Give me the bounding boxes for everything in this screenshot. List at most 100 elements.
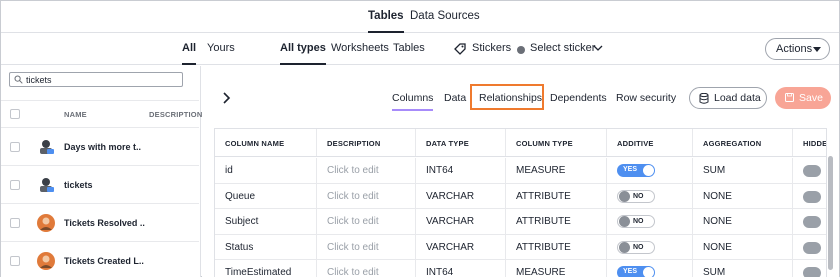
toggle-label: YES xyxy=(623,166,638,173)
cell-aggregation[interactable]: NONE xyxy=(693,183,793,208)
description-placeholder[interactable]: Click to edit xyxy=(327,267,379,277)
save-button[interactable]: Save xyxy=(775,87,831,109)
data-type-text: INT64 xyxy=(426,267,454,277)
row-checkbox[interactable] xyxy=(10,142,20,152)
filter-all-types[interactable]: All types xyxy=(280,42,326,65)
table-row[interactable]: Subject Click to edit VARCHAR ATTRIBUTE … xyxy=(215,209,826,235)
list-item[interactable]: Tickets Created L.. xyxy=(1,243,199,277)
additive-toggle[interactable]: YES xyxy=(617,164,655,177)
cell-data-type: INT64 xyxy=(416,158,506,183)
name-column-header[interactable]: NAME xyxy=(64,110,87,119)
avatar xyxy=(37,214,55,232)
data-type-text: VARCHAR xyxy=(426,190,475,202)
table-header-row: COLUMN NAME DESCRIPTION DATA TYPE COLUMN… xyxy=(215,129,826,157)
cell-additive: NO xyxy=(607,234,693,259)
chevron-down-icon[interactable] xyxy=(593,43,603,53)
table-row[interactable]: Queue Click to edit VARCHAR ATTRIBUTE NO… xyxy=(215,183,826,209)
hidden-toggle[interactable] xyxy=(803,267,821,277)
filter-yours[interactable]: Yours xyxy=(207,42,235,54)
table-row[interactable]: TimeEstimated Click to edit INT64 MEASUR… xyxy=(215,260,826,277)
tab-tables[interactable]: Tables xyxy=(368,10,404,33)
additive-toggle[interactable]: NO xyxy=(617,240,655,254)
description-placeholder[interactable]: Click to edit xyxy=(327,191,379,202)
header-cell[interactable]: COLUMN TYPE xyxy=(506,129,607,156)
tab-row-security[interactable]: Row security xyxy=(616,92,676,104)
cell-aggregation[interactable]: SUM xyxy=(693,158,793,183)
header-cell[interactable]: ADDITIVE xyxy=(607,129,693,156)
filter-tables[interactable]: Tables xyxy=(393,42,425,54)
filter-worksheets[interactable]: Worksheets xyxy=(331,42,389,54)
cell-column-type[interactable]: ATTRIBUTE xyxy=(506,183,607,208)
cell-description[interactable]: Click to edit xyxy=(317,209,416,234)
cell-hidden xyxy=(793,235,826,260)
description-placeholder[interactable]: Click to edit xyxy=(327,242,379,253)
cell-description[interactable]: Click to edit xyxy=(317,234,416,259)
load-data-button[interactable]: Load data xyxy=(689,87,767,109)
tab-columns[interactable]: Columns xyxy=(392,92,434,111)
header-cell[interactable]: COLUMN NAME xyxy=(215,129,317,156)
row-checkbox[interactable] xyxy=(10,180,20,190)
additive-toggle[interactable]: NO xyxy=(617,189,655,203)
tab-data[interactable]: Data xyxy=(444,92,466,104)
tab-relationships[interactable]: Relationships xyxy=(479,92,542,104)
filter-all[interactable]: All xyxy=(182,42,197,65)
cell-column-name[interactable]: Status xyxy=(215,234,317,259)
description-placeholder[interactable]: Click to edit xyxy=(327,165,379,176)
hidden-toggle[interactable] xyxy=(803,216,821,228)
list-item[interactable]: Tickets Resolved .. xyxy=(1,205,199,242)
cell-description[interactable]: Click to edit xyxy=(317,158,416,183)
search-box[interactable] xyxy=(9,72,183,87)
select-all-checkbox[interactable] xyxy=(10,109,20,119)
cell-description[interactable]: Click to edit xyxy=(317,260,416,277)
stickers-label[interactable]: Stickers xyxy=(472,42,511,54)
cell-column-type[interactable]: ATTRIBUTE xyxy=(506,209,607,234)
header-data-type: DATA TYPE xyxy=(426,139,469,148)
table-row[interactable]: Status Click to edit VARCHAR ATTRIBUTE N… xyxy=(215,234,826,260)
cell-column-type[interactable]: ATTRIBUTE xyxy=(506,234,607,259)
header-cell[interactable]: DESCRIPTION xyxy=(317,129,416,156)
header-cell[interactable]: HIDDE xyxy=(793,129,826,156)
tab-dependents[interactable]: Dependents xyxy=(550,92,607,104)
cell-description[interactable]: Click to edit xyxy=(317,183,416,208)
cell-column-type[interactable]: MEASURE xyxy=(506,260,607,277)
tab-data-sources[interactable]: Data Sources xyxy=(410,10,480,22)
column-type-text: ATTRIBUTE xyxy=(516,241,571,253)
aggregation-text: SUM xyxy=(703,165,726,176)
cell-aggregation[interactable]: NONE xyxy=(693,209,793,234)
table-row[interactable]: id Click to edit INT64 MEASURE YES SUM xyxy=(215,158,826,184)
cell-aggregation[interactable]: NONE xyxy=(693,234,793,259)
hidden-toggle[interactable] xyxy=(803,190,821,203)
hidden-toggle[interactable] xyxy=(803,241,821,254)
cell-column-name[interactable]: TimeEstimated xyxy=(215,260,317,277)
cell-column-name[interactable]: id xyxy=(215,158,317,183)
cell-aggregation[interactable]: SUM xyxy=(693,260,793,277)
header-additive: ADDITIVE xyxy=(617,139,654,148)
actions-button[interactable]: Actions xyxy=(765,38,830,60)
list-item[interactable]: Days with more t.. xyxy=(1,129,199,166)
list-item[interactable]: tickets xyxy=(1,167,199,204)
row-checkbox[interactable] xyxy=(10,256,20,266)
table-scrollbar[interactable] xyxy=(828,156,833,270)
chevron-right-icon[interactable] xyxy=(221,92,231,104)
search-input[interactable] xyxy=(26,73,176,86)
additive-toggle[interactable]: NO xyxy=(617,215,655,228)
cell-additive: YES xyxy=(607,158,693,183)
hidden-toggle[interactable] xyxy=(803,165,821,177)
cell-column-name[interactable]: Queue xyxy=(215,183,317,208)
cell-data-type: VARCHAR xyxy=(416,234,506,259)
cell-hidden xyxy=(793,158,826,183)
description-placeholder[interactable]: Click to edit xyxy=(327,216,379,227)
additive-toggle[interactable]: YES xyxy=(617,266,655,277)
row-checkbox[interactable] xyxy=(10,218,20,228)
header-cell[interactable]: AGGREGATION xyxy=(693,129,793,156)
cell-additive: NO xyxy=(607,209,693,234)
header-aggregation: AGGREGATION xyxy=(703,139,762,148)
cell-column-type[interactable]: MEASURE xyxy=(506,158,607,183)
select-sticker-dropdown[interactable]: Select sticker xyxy=(530,42,595,54)
filter-bar: All Yours All types Worksheets Tables St… xyxy=(1,33,839,65)
tag-icon xyxy=(454,43,466,55)
cell-column-name[interactable]: Subject xyxy=(215,209,317,234)
description-column-header[interactable]: DESCRIPTION xyxy=(149,110,202,119)
header-cell[interactable]: DATA TYPE xyxy=(416,129,506,156)
data-type-text: VARCHAR xyxy=(426,216,475,227)
